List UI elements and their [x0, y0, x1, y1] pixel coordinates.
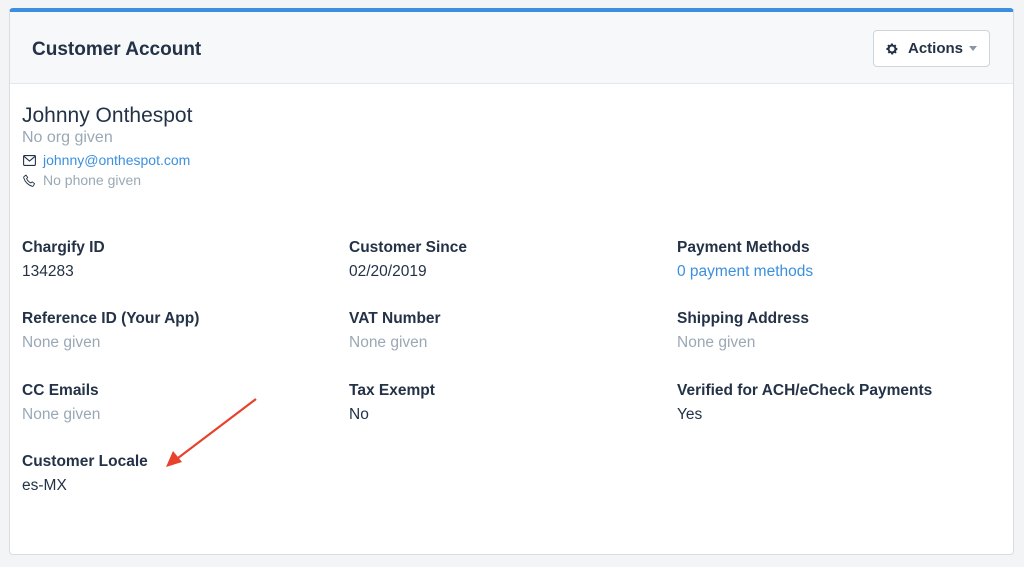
field-label: CC Emails — [22, 382, 99, 399]
field-shipping-address: Shipping Address None given — [677, 310, 809, 352]
phone-row: No phone given — [22, 172, 141, 188]
field-value: No — [349, 406, 369, 423]
field-verified-ach: Verified for ACH/eCheck Payments Yes — [677, 382, 932, 424]
field-value: None given — [22, 334, 101, 351]
gear-icon — [885, 42, 899, 56]
field-label: Payment Methods — [677, 239, 810, 256]
customer-account-card: Customer Account Actions — [9, 8, 1014, 555]
field-value: None given — [677, 334, 756, 351]
field-label: VAT Number — [349, 310, 441, 327]
field-label: Chargify ID — [22, 239, 105, 256]
actions-button[interactable]: Actions — [873, 30, 990, 67]
chevron-down-icon — [969, 46, 978, 51]
envelope-icon — [22, 153, 36, 167]
field-label: Verified for ACH/eCheck Payments — [677, 382, 933, 399]
field-label: Tax Exempt — [349, 382, 435, 399]
field-value: None given — [349, 334, 428, 351]
customer-name: Johnny Onthespot — [22, 104, 193, 127]
card-header: Customer Account Actions — [10, 12, 1013, 84]
customer-org: No org given — [22, 129, 113, 146]
field-label: Shipping Address — [677, 310, 810, 327]
field-label: Reference ID (Your App) — [22, 310, 200, 327]
phone-icon — [22, 173, 36, 187]
field-payment-methods: Payment Methods 0 payment methods — [677, 239, 813, 281]
field-tax-exempt: Tax Exempt No — [349, 382, 435, 424]
email-link[interactable]: johnny@onthespot.com — [43, 152, 190, 168]
field-label: Customer Since — [349, 239, 468, 256]
field-reference-id: Reference ID (Your App) None given — [22, 310, 199, 352]
field-cc-emails: CC Emails None given — [22, 382, 100, 424]
field-label: Customer Locale — [22, 453, 148, 470]
actions-label: Actions — [908, 40, 964, 57]
field-value: None given — [22, 406, 101, 423]
email-row: johnny@onthespot.com — [22, 152, 190, 168]
field-customer-since: Customer Since 02/20/2019 — [349, 239, 467, 281]
phone-text: No phone given — [43, 172, 142, 188]
field-customer-locale: Customer Locale es-MX — [22, 453, 148, 495]
field-vat-number: VAT Number None given — [349, 310, 441, 352]
field-value: Yes — [677, 406, 703, 423]
field-value: 02/20/2019 — [349, 263, 427, 280]
field-chargify-id: Chargify ID 134283 — [22, 239, 105, 281]
field-value: 134283 — [22, 263, 74, 280]
page-title: Customer Account — [32, 39, 202, 60]
field-value: es-MX — [22, 477, 67, 494]
payment-methods-link[interactable]: 0 payment methods — [677, 263, 813, 281]
